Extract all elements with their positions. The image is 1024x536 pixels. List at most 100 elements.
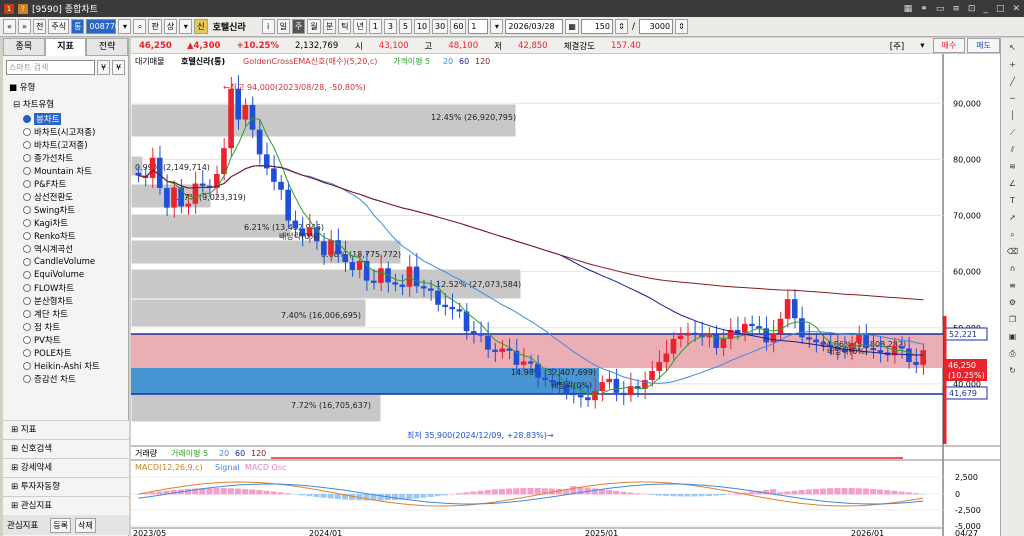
chart-type-option[interactable]: EquiVolume: [3, 268, 128, 281]
chart-type-option[interactable]: 분산형차트: [3, 294, 128, 307]
chart-type-option[interactable]: Mountain 차트: [3, 164, 128, 177]
chart-type-option[interactable]: 삼선전환도: [3, 190, 128, 203]
period-n-input[interactable]: 1: [468, 19, 489, 34]
close-icon[interactable]: ✕: [1012, 4, 1020, 14]
tab-strategy[interactable]: 전략: [86, 38, 129, 56]
chart-type-option[interactable]: 바차트(시고저종): [3, 125, 128, 138]
code-dropdown-icon[interactable]: ▾: [118, 19, 132, 34]
text-icon[interactable]: T: [1005, 194, 1021, 208]
next-button[interactable]: »: [18, 19, 31, 34]
radio-icon[interactable]: [23, 205, 31, 214]
up-down-button[interactable]: 상: [163, 19, 178, 34]
period-info[interactable]: i: [261, 19, 275, 34]
section-signal-search[interactable]: ⊞ 신호검색: [3, 439, 129, 458]
chart-type-option[interactable]: 계단 차트: [3, 307, 128, 320]
chart-type-option[interactable]: 바차트(고저종): [3, 138, 128, 151]
tab-indicators[interactable]: 지표: [44, 38, 87, 56]
prev-button[interactable]: «: [3, 19, 16, 34]
period-day[interactable]: 일: [276, 19, 290, 34]
radio-icon[interactable]: [23, 374, 31, 383]
vline-icon[interactable]: │: [1005, 109, 1021, 123]
radio-icon[interactable]: [23, 361, 31, 370]
period-30[interactable]: 30: [432, 19, 449, 34]
buy-button[interactable]: 매수: [932, 38, 966, 53]
tab-dropdown-icon[interactable]: ▾: [179, 19, 193, 34]
period-tick[interactable]: 틱: [338, 19, 352, 34]
close-menu-icon[interactable]: ≡: [952, 4, 960, 14]
grid-icon[interactable]: ▦: [904, 4, 913, 14]
period-60[interactable]: 60: [450, 19, 467, 34]
count-input[interactable]: 150: [580, 19, 613, 34]
collapse-icon[interactable]: ¥: [97, 60, 110, 75]
radio-icon[interactable]: [23, 244, 31, 253]
period-5[interactable]: 5: [398, 19, 412, 34]
angle-icon[interactable]: ∠: [1005, 177, 1021, 191]
total-input[interactable]: 3000: [639, 19, 674, 34]
chart-type-option[interactable]: P&F차트: [3, 177, 128, 190]
price-chart[interactable]: 90,00080,00070,00060,00050,00040,00012.4…: [131, 54, 1000, 536]
link-icon[interactable]: ⚭: [920, 4, 928, 14]
radio-icon[interactable]: [23, 309, 31, 318]
radio-icon[interactable]: [23, 257, 31, 266]
date-input[interactable]: 2026/03/28: [505, 19, 564, 34]
eraser-icon[interactable]: ⌫: [1005, 245, 1021, 259]
radio-icon[interactable]: [23, 192, 31, 201]
dropdown-icon[interactable]: ▾: [912, 41, 932, 51]
calendar-icon[interactable]: ▦: [565, 19, 579, 34]
refresh-icon[interactable]: ↻: [1005, 364, 1021, 378]
radio-icon[interactable]: [23, 231, 31, 240]
section-charttype[interactable]: ⊟ 차트유형: [3, 95, 128, 112]
hline-icon[interactable]: ─: [1005, 92, 1021, 106]
radio-icon[interactable]: [23, 140, 31, 149]
radio-icon[interactable]: [23, 270, 31, 279]
market-select[interactable]: 주식: [48, 19, 70, 34]
magnet-icon[interactable]: ∩: [1005, 262, 1021, 276]
search-icon[interactable]: ⌕: [133, 19, 147, 34]
radio-icon[interactable]: [23, 348, 31, 357]
register-button[interactable]: 등록: [50, 517, 72, 533]
period-week[interactable]: 주: [291, 19, 306, 34]
zoom-icon[interactable]: ⌕: [1005, 228, 1021, 242]
section-favorite[interactable]: ⊞ 관심지표: [3, 496, 129, 515]
chart-type-option[interactable]: Renko차트: [3, 229, 128, 242]
chart-type-option[interactable]: 종가선차트: [3, 151, 128, 164]
chart-type-option[interactable]: FLOW차트: [3, 281, 128, 294]
copy-icon[interactable]: ❐: [1005, 313, 1021, 327]
expand-icon[interactable]: ¥: [112, 60, 125, 75]
trend-icon[interactable]: ⟋: [1005, 126, 1021, 140]
help-icon[interactable]: ?: [18, 3, 28, 14]
code-input[interactable]: 008770: [86, 19, 120, 34]
chart-area[interactable]: 46,250 ▲4,300 +10.25% 2,132,769 시 43,100…: [131, 38, 1000, 536]
period-minute[interactable]: 분: [322, 19, 337, 34]
radio-icon[interactable]: [23, 127, 31, 136]
tab-stocks[interactable]: 종목: [3, 38, 45, 56]
chart-type-option[interactable]: 점 차트: [3, 320, 128, 333]
pin-icon[interactable]: ⊡: [968, 4, 976, 14]
chart-type-option[interactable]: Heikin-Ashi 차트: [3, 359, 128, 372]
section-investor[interactable]: ⊞ 투자자동향: [3, 477, 129, 496]
print-icon[interactable]: ⎙: [1005, 347, 1021, 361]
chart-type-option[interactable]: 역시계곡선: [3, 242, 128, 255]
sell-button[interactable]: 매도: [967, 38, 1000, 53]
period-month[interactable]: 월: [307, 19, 321, 34]
line-icon[interactable]: ╱: [1005, 75, 1021, 89]
chart-type-option[interactable]: PV차트: [3, 333, 128, 346]
section-strength[interactable]: ⊞ 강세약세: [3, 458, 129, 477]
section-indicators[interactable]: ⊞ 지표: [3, 420, 129, 439]
crosshair-icon[interactable]: +: [1005, 58, 1021, 72]
radio-icon[interactable]: [23, 283, 31, 292]
measure-icon[interactable]: ≡: [1005, 279, 1021, 293]
chart-type-option[interactable]: 증감선 차트: [3, 372, 128, 385]
period-year[interactable]: 년: [353, 19, 367, 34]
smart-search-input[interactable]: 스마트 검색: [6, 60, 95, 75]
fibo-icon[interactable]: ≋: [1005, 160, 1021, 174]
delete-button[interactable]: 삭제: [75, 517, 96, 533]
radio-icon[interactable]: [23, 296, 31, 305]
minimize-icon[interactable]: _: [983, 4, 988, 14]
period-1[interactable]: 1: [368, 19, 382, 34]
radio-icon[interactable]: [23, 114, 31, 123]
save-icon[interactable]: ▣: [1005, 330, 1021, 344]
config-icon[interactable]: [주]: [882, 40, 912, 52]
total-spin-icon[interactable]: ⇕: [675, 19, 689, 34]
prev-label-button[interactable]: 전: [33, 19, 47, 34]
